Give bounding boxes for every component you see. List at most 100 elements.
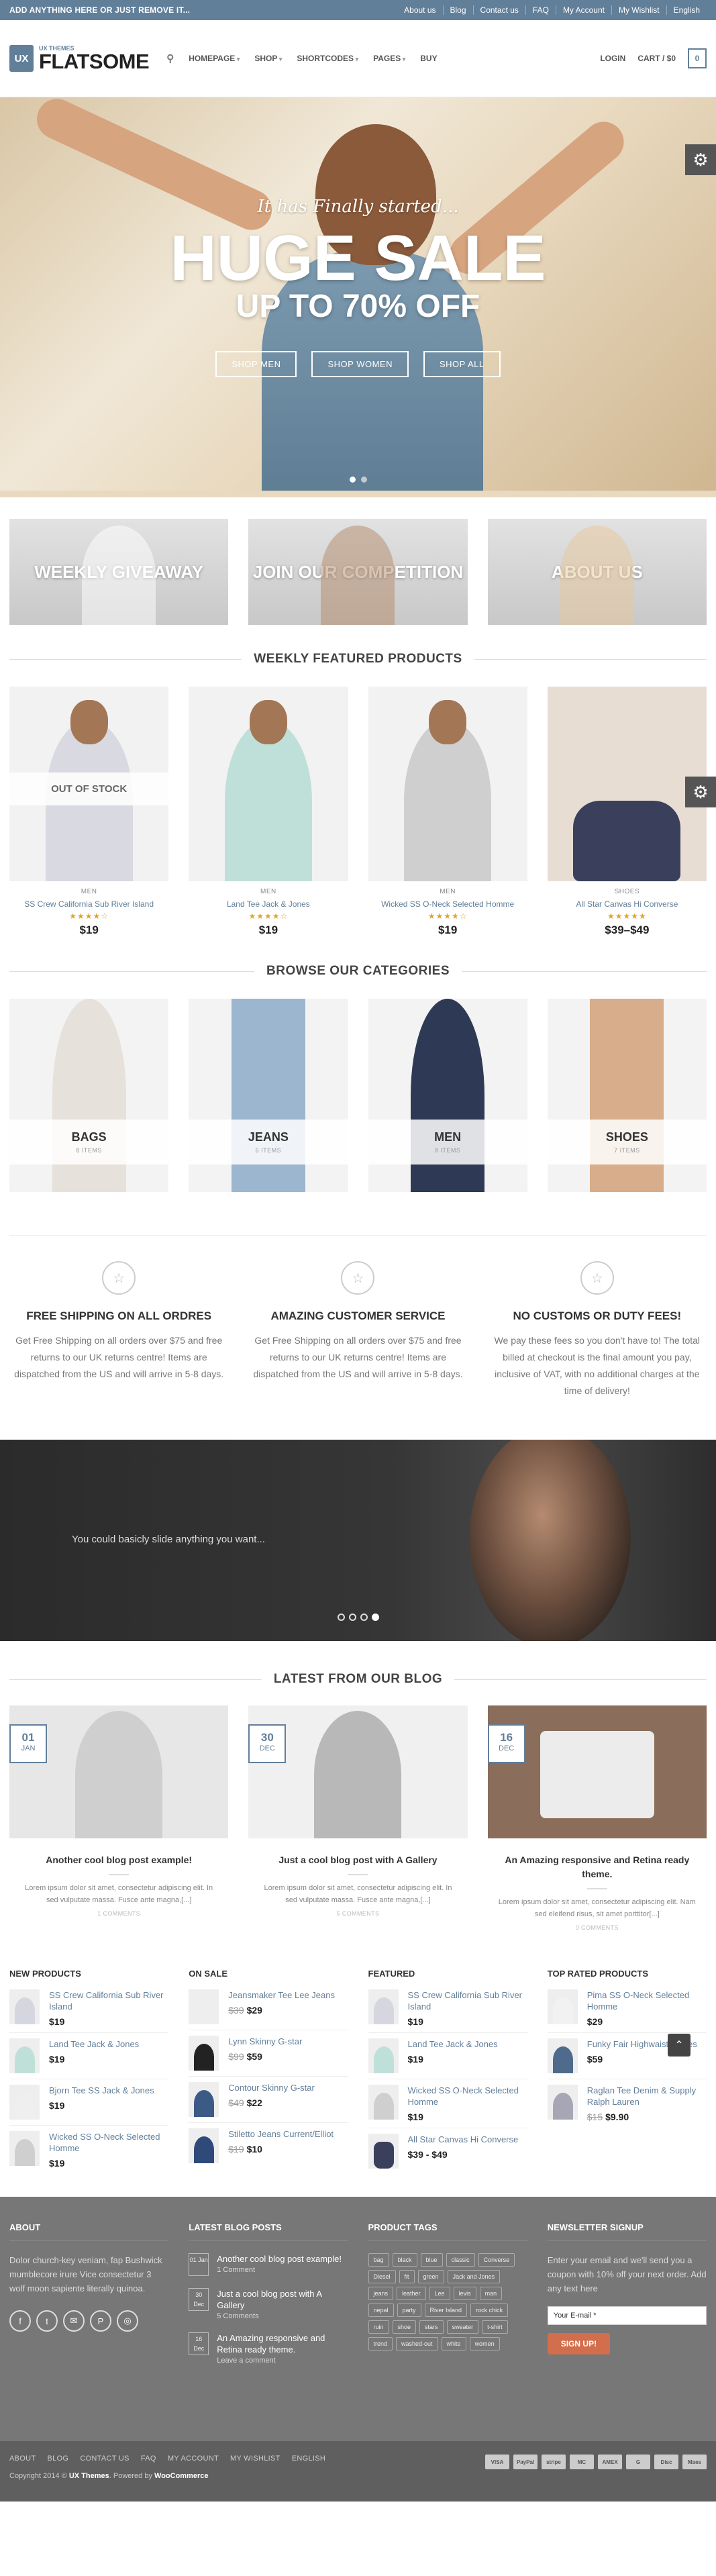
gear-icon[interactable]: ⚙	[685, 777, 716, 807]
tag-link[interactable]: bag	[368, 2253, 389, 2267]
search-icon[interactable]: ⚲	[166, 52, 174, 64]
list-item-name[interactable]: Pima SS O-Neck Selected Homme	[587, 1989, 707, 2012]
tag-link[interactable]: sweater	[446, 2320, 479, 2334]
top-link-account[interactable]: My Account	[555, 5, 611, 15]
product-card[interactable]: SHOES All Star Canvas Hi Converse ★★★★★ …	[547, 687, 707, 937]
list-item-name[interactable]: SS Crew California Sub River Island	[408, 1989, 527, 2012]
product-card[interactable]: MEN Wicked SS O-Neck Selected Homme ★★★★…	[368, 687, 527, 937]
tag-link[interactable]: white	[441, 2337, 466, 2350]
blog-image[interactable]: 16 DEC	[487, 1705, 707, 1838]
tag-link[interactable]: women	[469, 2337, 500, 2350]
blog-image[interactable]: 30 DEC	[248, 1705, 468, 1838]
product-name[interactable]: Wicked SS O-Neck Selected Homme	[368, 899, 527, 909]
category-card[interactable]: BAGS 8 ITEMS	[9, 999, 169, 1192]
list-item[interactable]: Land Tee Jack & Jones $19	[9, 2032, 169, 2079]
footer-post-title[interactable]: Just a cool blog post with A Gallery	[217, 2288, 348, 2311]
category-card[interactable]: SHOES 7 ITEMS	[547, 999, 707, 1192]
list-item-name[interactable]: Land Tee Jack & Jones	[49, 2038, 139, 2050]
cart-count-icon[interactable]: 0	[688, 48, 707, 68]
tag-link[interactable]: Diesel	[368, 2270, 396, 2283]
tag-link[interactable]: trend	[368, 2337, 393, 2350]
powered-by-link[interactable]: WooCommerce	[154, 2472, 208, 2480]
footer-post-comments[interactable]: Leave a comment	[217, 2357, 348, 2365]
blog-comments[interactable]: 1 COMMENTS	[9, 1910, 228, 1917]
list-item-name[interactable]: Wicked SS O-Neck Selected Homme	[49, 2131, 168, 2154]
blog-title[interactable]: Another cool blog post example!	[9, 1853, 228, 1867]
list-item[interactable]: Raglan Tee Denim & Supply Ralph Lauren $1…	[547, 2079, 707, 2128]
tag-link[interactable]: Jack and Jones	[447, 2270, 501, 2283]
category-card[interactable]: MEN 8 ITEMS	[368, 999, 527, 1192]
tag-link[interactable]: classic	[446, 2253, 475, 2267]
list-item[interactable]: Jeansmaker Tee Lee Jeans $39 $29	[189, 1984, 348, 2030]
tag-link[interactable]: Lee	[429, 2287, 450, 2300]
tag-link[interactable]: stars	[419, 2320, 444, 2334]
footer-post[interactable]: 16 Dec An Amazing responsive and Retina r…	[189, 2332, 348, 2365]
category-card[interactable]: JEANS 6 ITEMS	[189, 999, 348, 1192]
footer-post-comments[interactable]: 1 Comment	[217, 2266, 342, 2274]
tag-link[interactable]: blue	[420, 2253, 443, 2267]
list-item-name[interactable]: Bjorn Tee SS Jack & Jones	[49, 2085, 154, 2096]
product-image[interactable]	[189, 687, 348, 881]
list-item[interactable]: Bjorn Tee SS Jack & Jones $19	[9, 2079, 169, 2125]
product-name[interactable]: Land Tee Jack & Jones	[189, 899, 348, 909]
list-item-name[interactable]: Wicked SS O-Neck Selected Homme	[408, 2085, 527, 2108]
blog-post-card[interactable]: 16 DEC An Amazing responsive and Retina r…	[487, 1705, 707, 1931]
footer-link[interactable]: ABOUT	[9, 2455, 36, 2463]
tag-link[interactable]: ruin	[368, 2320, 389, 2334]
tag-link[interactable]: rock chick	[470, 2303, 509, 2317]
list-item[interactable]: Lynn Skinny G-star $99 $59	[189, 2030, 348, 2076]
product-name[interactable]: SS Crew California Sub River Island	[9, 899, 168, 909]
tag-link[interactable]: green	[417, 2270, 444, 2283]
product-image[interactable]	[368, 687, 527, 881]
login-link[interactable]: LOGIN	[600, 54, 625, 63]
shop-women-button[interactable]: SHOP WOMEN	[311, 351, 409, 377]
site-logo[interactable]: UX UX THEMES FLATSOME	[9, 45, 150, 72]
list-item-name[interactable]: All Star Canvas Hi Converse	[408, 2134, 519, 2145]
tag-link[interactable]: t-shirt	[482, 2320, 508, 2334]
top-link-contact[interactable]: Contact us	[472, 5, 525, 15]
footer-post[interactable]: 30 Dec Just a cool blog post with A Galle…	[189, 2288, 348, 2320]
shop-men-button[interactable]: SHOP MEN	[215, 351, 297, 377]
back-to-top-icon[interactable]: ⌃	[668, 2034, 691, 2057]
tag-link[interactable]: party	[397, 2303, 421, 2317]
product-card[interactable]: MEN Land Tee Jack & Jones ★★★★☆ $19	[189, 687, 348, 937]
twitter-icon[interactable]: t	[36, 2310, 58, 2332]
nav-pages[interactable]: PAGES	[373, 54, 405, 63]
footer-post-comments[interactable]: 5 Comments	[217, 2312, 348, 2320]
nav-homepage[interactable]: HOMEPAGE	[189, 54, 240, 63]
footer-link[interactable]: BLOG	[47, 2455, 68, 2463]
copyright-brand[interactable]: UX Themes	[69, 2472, 109, 2480]
list-item-name[interactable]: Land Tee Jack & Jones	[408, 2038, 498, 2050]
product-image[interactable]: OUT OF STOCK	[9, 687, 169, 881]
list-item[interactable]: Contour Skinny G-star $49 $22	[189, 2076, 348, 2122]
tag-link[interactable]: nepal	[368, 2303, 394, 2317]
promo-competition[interactable]: JOIN OUR COMPETITION	[248, 519, 468, 625]
promo-giveaway[interactable]: WEEKLY GIVEAWAY	[9, 519, 229, 625]
footer-post-title[interactable]: Another cool blog post example!	[217, 2253, 342, 2265]
product-card[interactable]: OUT OF STOCK MEN SS Crew California Sub …	[9, 687, 169, 937]
instagram-icon[interactable]: ◎	[117, 2310, 138, 2332]
list-item[interactable]: SS Crew California Sub River Island $19	[9, 1984, 168, 2032]
cart-link[interactable]: CART / $0	[637, 54, 676, 63]
shop-all-button[interactable]: SHOP ALL	[423, 351, 501, 377]
tag-link[interactable]: washed-out	[396, 2337, 438, 2350]
list-item[interactable]: Pima SS O-Neck Selected Homme $29	[547, 1984, 707, 2032]
tag-link[interactable]: leather	[397, 2287, 426, 2300]
footer-link[interactable]: MY WISHLIST	[230, 2455, 280, 2463]
footer-link[interactable]: ENGLISH	[292, 2455, 325, 2463]
top-link-about[interactable]: About us	[397, 5, 442, 15]
email-field[interactable]: Your E-mail *	[547, 2306, 707, 2325]
slider-dot[interactable]	[360, 1614, 368, 1621]
list-item-name[interactable]: SS Crew California Sub River Island	[49, 1989, 168, 2012]
footer-post-title[interactable]: An Amazing responsive and Retina ready t…	[217, 2332, 348, 2355]
blog-comments[interactable]: 5 COMMENTS	[248, 1910, 467, 1917]
blog-post-card[interactable]: 01 JAN Another cool blog post example! Lo…	[9, 1705, 229, 1931]
list-item[interactable]: Stiletto Jeans Current/Elliot $19 $10	[189, 2122, 348, 2169]
nav-shop[interactable]: SHOP	[254, 54, 282, 63]
tag-link[interactable]: shoe	[392, 2320, 417, 2334]
slider-dot[interactable]	[371, 1614, 379, 1621]
footer-post[interactable]: 01 Jan Another cool blog post example! 1 C…	[189, 2253, 348, 2276]
nav-buy[interactable]: BUY	[420, 54, 437, 63]
footer-link[interactable]: MY ACCOUNT	[168, 2455, 219, 2463]
list-item-name[interactable]: Raglan Tee Denim & Supply Ralph Lauren	[587, 2085, 707, 2108]
